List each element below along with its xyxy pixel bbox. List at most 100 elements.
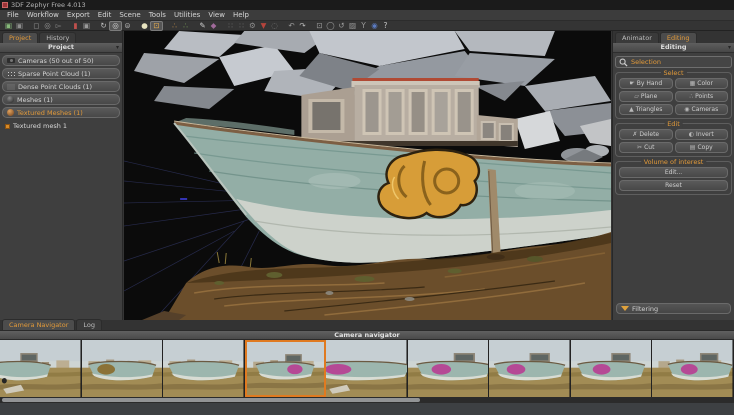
filtering-label: Filtering: [632, 305, 658, 313]
group-title: Edit: [664, 120, 683, 128]
triangles-button[interactable]: ▲Triangles: [619, 104, 673, 115]
button-label: Copy: [697, 144, 712, 151]
filtering-button[interactable]: Filtering: [616, 303, 731, 314]
tree-item-textured-mesh[interactable]: Textured mesh 1: [0, 120, 122, 130]
camera-target-icon[interactable]: ⊡: [314, 21, 325, 30]
invert-button[interactable]: ◐Invert: [675, 129, 729, 140]
tab-animator[interactable]: Animator: [615, 32, 659, 43]
menu-utilities[interactable]: Utilities: [170, 10, 204, 21]
project-item-dense-point-clouds-1[interactable]: Dense Point Clouds (1): [2, 81, 120, 92]
button-label: Reset: [665, 182, 682, 189]
cut-icon: ✂: [637, 144, 642, 151]
camera-thumbnail-8[interactable]: [571, 340, 653, 397]
copy-icon: ▤: [690, 144, 696, 151]
circle-tool-icon[interactable]: ◯: [325, 21, 336, 30]
delete-button[interactable]: ✗Delete: [619, 129, 673, 140]
camera-thumbnail-1[interactable]: [0, 340, 82, 397]
camera-thumbnail-9[interactable]: [652, 340, 734, 397]
project-item-textured-meshes-1[interactable]: Textured Meshes (1): [2, 107, 120, 118]
project-panel-title: Project: [48, 43, 74, 51]
project-item-sparse-point-cloud-1[interactable]: Sparse Point Cloud (1): [2, 68, 120, 79]
rotate-object-icon[interactable]: ↺: [336, 21, 347, 30]
plane-icon: ▱: [634, 93, 639, 100]
sparse-points-tool-icon[interactable]: ∴: [169, 21, 180, 30]
pan-mode-icon[interactable]: ⊜: [122, 21, 133, 30]
menu-edit[interactable]: Edit: [94, 10, 116, 21]
by-hand-button[interactable]: ☛By Hand: [619, 78, 673, 89]
button-label: By Hand: [637, 80, 662, 87]
tab-editing[interactable]: Editing: [660, 32, 697, 43]
cameras-button[interactable]: ◉Cameras: [675, 104, 729, 115]
group-edit: Edit✗Delete◐Invert✂Cut▤Copy: [615, 123, 732, 157]
textured-mesh-bullet-icon: [5, 124, 10, 129]
project-item-cameras-50-out-of-50[interactable]: Cameras (50 out of 50): [2, 55, 120, 66]
draw-tool-icon[interactable]: ✎: [197, 21, 208, 30]
thumbnail-scrollbar[interactable]: [0, 397, 734, 403]
chevron-down-icon[interactable]: ▾: [728, 43, 731, 52]
menu-help[interactable]: Help: [229, 10, 253, 21]
sphere-colored-icon[interactable]: ◉: [369, 21, 380, 30]
crop-region-icon[interactable]: ◻: [31, 21, 42, 30]
chevron-down-icon[interactable]: ▾: [116, 43, 119, 52]
edit-button[interactable]: Edit...: [619, 167, 728, 178]
settings-gear-icon[interactable]: ⚙: [247, 21, 258, 30]
points-button[interactable]: ∴Points: [675, 91, 729, 102]
camera-thumbnail-5[interactable]: [326, 340, 408, 397]
light-on-icon[interactable]: ●: [139, 21, 150, 30]
redo-icon[interactable]: ↷: [297, 21, 308, 30]
cut-button[interactable]: ✂Cut: [619, 142, 673, 153]
camera-thumbnail-7[interactable]: [489, 340, 571, 397]
thumbnail-photo: [0, 340, 81, 397]
drop-red-icon[interactable]: ▼: [258, 21, 269, 30]
new-project-icon[interactable]: ▣: [3, 21, 14, 30]
button-label: Plane: [641, 93, 657, 100]
project-item-label: Textured Meshes (1): [17, 109, 83, 117]
dense-points-tool-icon[interactable]: ∴: [180, 21, 191, 30]
select-poly-icon[interactable]: ∷: [236, 21, 247, 30]
light-point-icon[interactable]: ⊡: [150, 21, 163, 31]
color-button[interactable]: ▦Color: [675, 78, 729, 89]
viewport-3d[interactable]: [124, 31, 611, 320]
menu-workflow[interactable]: Workflow: [23, 10, 63, 21]
menu-view[interactable]: View: [204, 10, 229, 21]
menu-file[interactable]: File: [3, 10, 23, 21]
plane-button[interactable]: ▱Plane: [619, 91, 673, 102]
dashed-box-icon[interactable]: ◌: [269, 21, 280, 30]
reset-button[interactable]: Reset: [619, 180, 728, 191]
tab-project[interactable]: Project: [2, 32, 38, 43]
orbit-mode-icon[interactable]: ◎: [109, 21, 122, 31]
camera-thumbnail-6[interactable]: [408, 340, 490, 397]
editing-panel-tabs: Animator Editing: [613, 31, 734, 43]
export-icon[interactable]: ▻: [53, 21, 64, 30]
copy-button[interactable]: ▤Copy: [675, 142, 729, 153]
menu-export[interactable]: Export: [63, 10, 94, 21]
tab-camera-navigator[interactable]: Camera Navigator: [2, 319, 75, 330]
scrollbar-thumb[interactable]: [2, 398, 420, 402]
mesh-plane-icon[interactable]: ▨: [347, 21, 358, 30]
status-bar: [0, 403, 734, 415]
menu-tools[interactable]: Tools: [145, 10, 170, 21]
cameras-icon: [7, 58, 15, 63]
help-icon[interactable]: ?: [380, 21, 391, 30]
viewport-axis-marker: [180, 198, 187, 200]
measure-icon[interactable]: Y: [358, 21, 369, 30]
magnifier-icon: [619, 58, 628, 67]
open-project-icon[interactable]: ▣: [14, 21, 25, 30]
project-item-meshes-1[interactable]: Meshes (1): [2, 94, 120, 105]
select-lasso-icon[interactable]: ∷: [225, 21, 236, 30]
camera-thumbnail-4[interactable]: [245, 340, 327, 397]
selection-mode-box[interactable]: Selection: [615, 56, 732, 68]
undo-icon[interactable]: ↶: [286, 21, 297, 30]
camera-icon[interactable]: ▣: [81, 21, 92, 30]
editing-groups: Select☛By Hand▦Color▱Plane∴Points▲Triang…: [613, 72, 734, 195]
camera-thumbnail-2[interactable]: [82, 340, 164, 397]
marker-red-icon[interactable]: ▮: [70, 21, 81, 30]
camera-thumbnail-3[interactable]: [163, 340, 245, 397]
refresh-view-icon[interactable]: ↻: [98, 21, 109, 30]
menu-scene[interactable]: Scene: [115, 10, 144, 21]
tab-history[interactable]: History: [39, 32, 76, 43]
tab-log[interactable]: Log: [76, 319, 102, 330]
world-viewer-icon[interactable]: ◎: [42, 21, 53, 30]
button-label: Triangles: [636, 106, 663, 113]
magnet-tool-icon[interactable]: ◆: [208, 21, 219, 30]
